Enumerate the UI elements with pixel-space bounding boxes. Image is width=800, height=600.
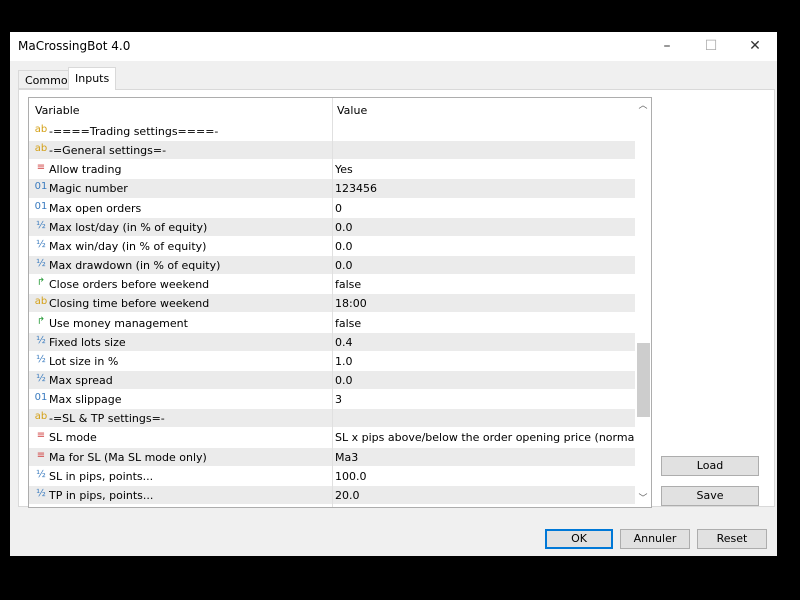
bool-icon: ↱ [36, 277, 46, 289]
enum-icon: ≡ [36, 449, 46, 461]
variable-name: Use money management [49, 316, 188, 330]
double-icon: ½ [36, 353, 46, 365]
variable-value[interactable]: 0.4 [335, 336, 353, 349]
variable-value[interactable]: Yes [335, 163, 353, 176]
cancel-button[interactable]: Annuler [620, 529, 690, 549]
tab-inputs[interactable]: Inputs [68, 67, 117, 90]
variable-value[interactable]: 0.0 [335, 374, 353, 387]
inputs-table: Variable Value ab -====Trading settings=… [28, 97, 652, 508]
string-icon: ab [34, 296, 48, 308]
integer-icon: 01 [34, 392, 48, 404]
variable-name: Magic number [49, 182, 128, 196]
variable-value[interactable]: 20.0 [335, 489, 360, 502]
double-icon: ½ [36, 487, 46, 499]
title-bar: MaCrossingBot 4.0 – ☐ ✕ [10, 32, 777, 61]
string-icon: ab [34, 143, 48, 155]
scrollbar-thumb[interactable] [637, 343, 650, 417]
variable-name: Max slippage [49, 393, 122, 407]
string-icon: ab [34, 411, 48, 423]
variable-value[interactable]: SL x pips above/below the order opening … [335, 431, 651, 444]
variable-name: Max win/day (in % of equity) [49, 239, 207, 253]
variable-name: Max spread [49, 373, 113, 387]
variable-name: Lot size in % [49, 354, 119, 368]
variable-value[interactable]: false [335, 317, 361, 330]
enum-icon: ≡ [36, 430, 46, 442]
double-icon: ½ [36, 334, 46, 346]
double-icon: ½ [36, 372, 46, 384]
variable-name: -=General settings=- [49, 144, 167, 158]
variable-value[interactable]: 100.0 [335, 470, 367, 483]
integer-icon: 01 [34, 181, 48, 193]
variable-value[interactable]: 1.0 [335, 355, 353, 368]
variable-name: TP in pips, points... [49, 488, 154, 502]
variable-value[interactable]: 3 [335, 393, 342, 406]
variable-value[interactable]: 0.0 [335, 240, 353, 253]
variable-name: Max lost/day (in % of equity) [49, 220, 208, 234]
double-icon: ½ [36, 219, 46, 231]
variable-name: -====Trading settings====- [49, 125, 219, 138]
variable-name: SL mode [49, 431, 97, 445]
close-button[interactable]: ✕ [740, 36, 770, 56]
scroll-up-arrow-icon[interactable]: ︿ [635, 98, 651, 114]
reset-button[interactable]: Reset [697, 529, 767, 549]
header-value[interactable]: Value [337, 104, 367, 117]
ok-button[interactable]: OK [545, 529, 613, 549]
enum-icon: ≡ [36, 162, 46, 174]
maximize-button[interactable]: ☐ [696, 36, 726, 56]
variable-value[interactable]: Ma3 [335, 451, 358, 464]
variable-value[interactable]: false [335, 278, 361, 291]
variable-name: Allow trading [49, 163, 122, 177]
variable-value[interactable]: 0 [335, 202, 342, 215]
variable-value[interactable]: 18:00 [335, 297, 367, 310]
load-button[interactable]: Load [661, 456, 759, 476]
double-icon: ½ [36, 238, 46, 250]
integer-icon: 01 [34, 200, 48, 212]
variable-name: Closing time before weekend [49, 297, 210, 311]
vertical-scrollbar[interactable]: ︿ ﹀ [635, 98, 651, 507]
variable-name: SL in pips, points... [49, 469, 154, 483]
variable-name: Ma for SL (Ma SL mode only) [49, 450, 207, 464]
dialog-window: MaCrossingBot 4.0 – ☐ ✕ Common Inputs Va… [10, 32, 777, 556]
variable-name: Fixed lots size [49, 335, 126, 349]
variable-name: Max drawdown (in % of equity) [49, 259, 221, 273]
save-button[interactable]: Save [661, 486, 759, 506]
bool-icon: ↱ [36, 315, 46, 327]
string-icon: ab [34, 124, 48, 135]
variable-name: Max open orders [49, 201, 142, 215]
minimize-button[interactable]: – [652, 36, 682, 56]
window-title: MaCrossingBot 4.0 [18, 39, 131, 53]
double-icon: ½ [36, 258, 46, 270]
variable-name: Close orders before weekend [49, 278, 210, 292]
header-variable[interactable]: Variable [35, 104, 80, 117]
variable-value[interactable]: 0.0 [335, 259, 353, 272]
scroll-down-arrow-icon[interactable]: ﹀ [635, 491, 651, 507]
column-divider[interactable] [332, 98, 333, 507]
variable-name: -=SL & TP settings=- [49, 412, 165, 426]
variable-value[interactable]: 0.0 [335, 221, 353, 234]
variable-value[interactable]: 123456 [335, 182, 377, 195]
double-icon: ½ [36, 468, 46, 480]
